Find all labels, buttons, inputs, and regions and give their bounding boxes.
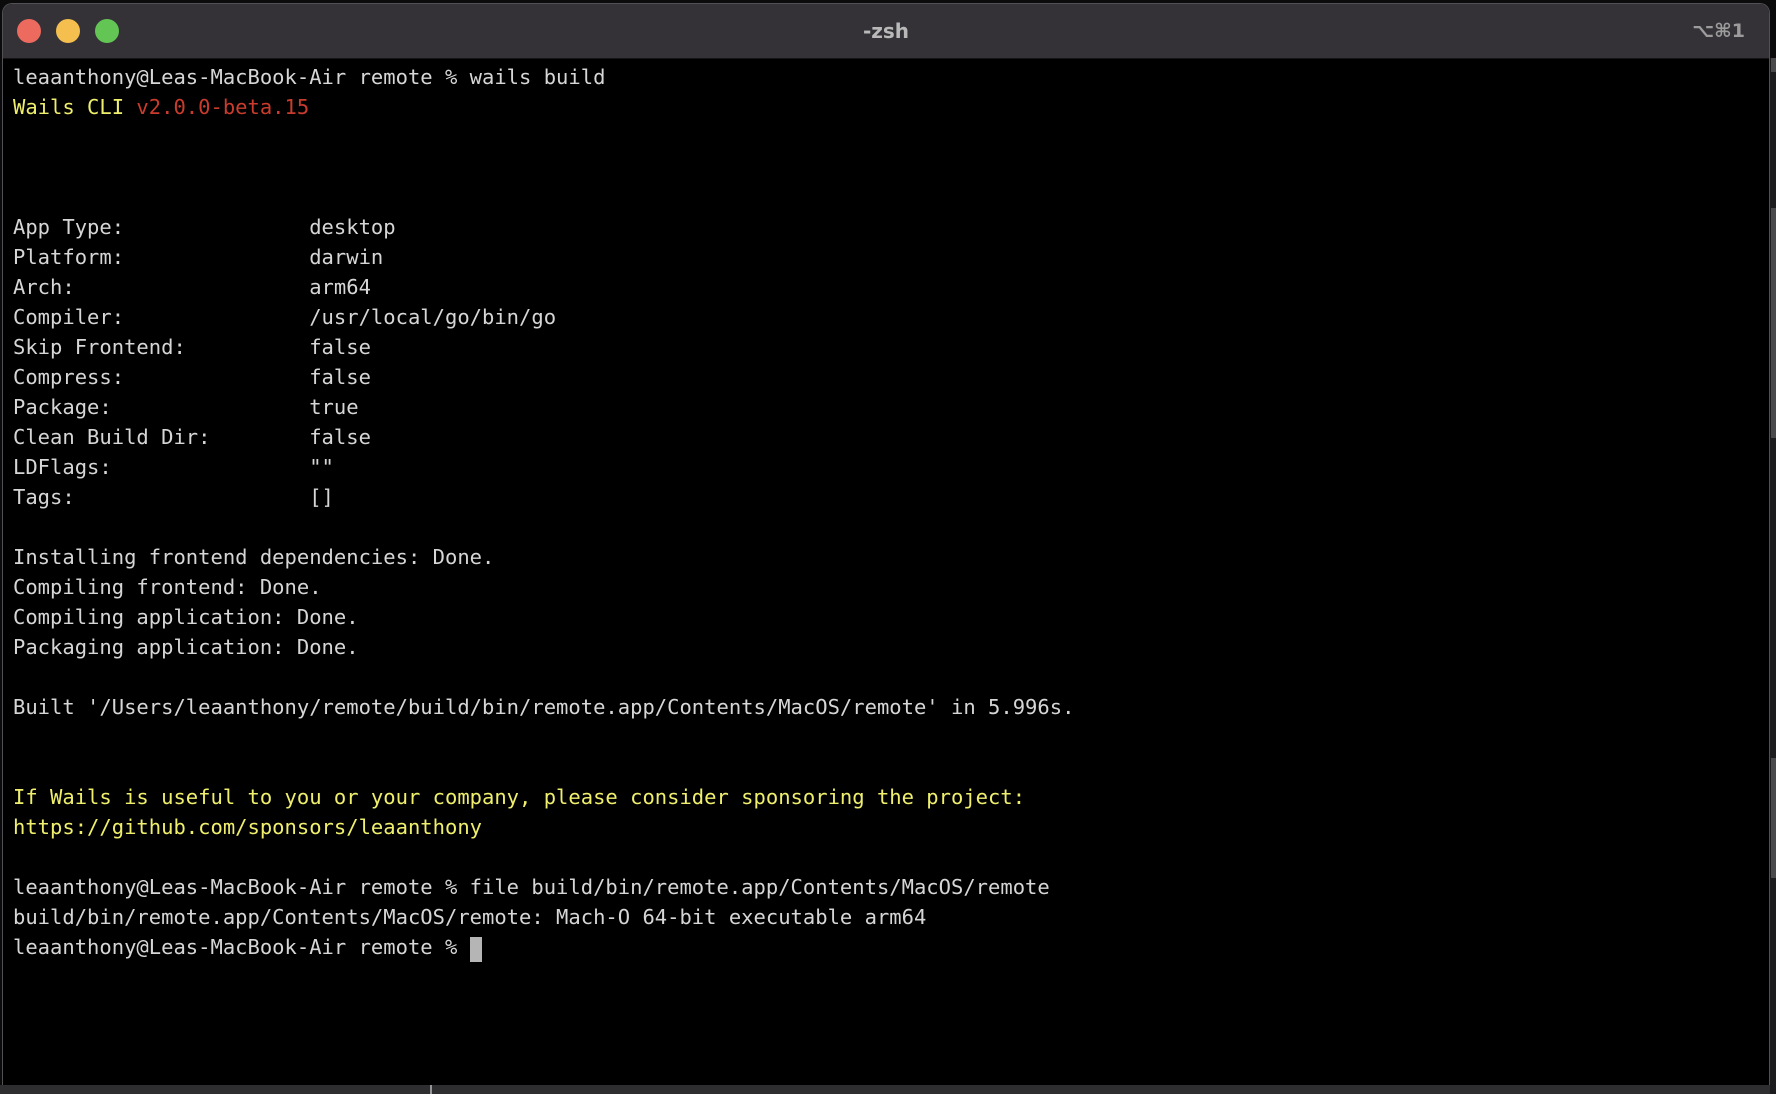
background-window-right-edge	[1770, 58, 1776, 1094]
text-segment: Package: true	[13, 395, 359, 419]
terminal-line	[13, 182, 1759, 212]
terminal-line: Wails CLI v2.0.0-beta.15	[13, 92, 1759, 122]
text-segment: Built '/Users/leaanthony/remote/build/bi…	[13, 695, 1074, 719]
terminal-line: If Wails is useful to you or your compan…	[13, 782, 1759, 812]
terminal-line	[13, 752, 1759, 782]
terminal-line: build/bin/remote.app/Contents/MacOS/remo…	[13, 902, 1759, 932]
terminal-line	[13, 662, 1759, 692]
close-button[interactable]	[17, 19, 41, 43]
text-segment: Compress: false	[13, 365, 371, 389]
terminal-line: Clean Build Dir: false	[13, 422, 1759, 452]
terminal-line: Package: true	[13, 392, 1759, 422]
text-segment: Compiler: /usr/local/go/bin/go	[13, 305, 556, 329]
terminal-line: Compiling frontend: Done.	[13, 572, 1759, 602]
terminal-line	[13, 152, 1759, 182]
title-bar[interactable]: -zsh ⌥⌘1	[3, 4, 1769, 59]
terminal-line: Installing frontend dependencies: Done.	[13, 542, 1759, 572]
terminal-line: Compress: false	[13, 362, 1759, 392]
window-title: -zsh	[3, 19, 1769, 43]
text-segment: Arch: arm64	[13, 275, 371, 299]
background-window-bottom-edge	[0, 1085, 1770, 1094]
minimize-button[interactable]	[56, 19, 80, 43]
text-segment: If Wails is useful to you or your compan…	[13, 785, 1025, 809]
text-segment: leaanthony@Leas-MacBook-Air remote %	[13, 935, 470, 959]
terminal-line: https://github.com/sponsors/leaanthony	[13, 812, 1759, 842]
terminal-window: -zsh ⌥⌘1 leaanthony@Leas-MacBook-Air rem…	[2, 3, 1770, 1085]
terminal-line: leaanthony@Leas-MacBook-Air remote % fil…	[13, 872, 1759, 902]
text-segment: Packaging application: Done.	[13, 635, 359, 659]
terminal-line	[13, 512, 1759, 542]
window-controls	[3, 19, 119, 43]
terminal-line: Tags: []	[13, 482, 1759, 512]
text-segment: leaanthony@Leas-MacBook-Air remote % fil…	[13, 875, 1050, 899]
text-segment: https://github.com/sponsors/leaanthony	[13, 815, 482, 839]
text-segment: Skip Frontend: false	[13, 335, 371, 359]
text-segment: Compiling application: Done.	[13, 605, 359, 629]
background-scrollbar-segment	[1771, 58, 1776, 72]
terminal-line: Arch: arm64	[13, 272, 1759, 302]
text-segment: Platform: darwin	[13, 245, 383, 269]
text-segment: leaanthony@Leas-MacBook-Air remote % wai…	[13, 65, 605, 89]
tab-shortcut-badge: ⌥⌘1	[1692, 20, 1745, 42]
terminal-line: Compiling application: Done.	[13, 602, 1759, 632]
text-segment: Wails CLI	[13, 95, 136, 119]
text-segment: App Type: desktop	[13, 215, 396, 239]
background-window-divider	[430, 1085, 432, 1094]
text-segment: LDFlags: ""	[13, 455, 334, 479]
terminal-line: LDFlags: ""	[13, 452, 1759, 482]
text-segment: Installing frontend dependencies: Done.	[13, 545, 494, 569]
terminal-line	[13, 122, 1759, 152]
terminal-line: leaanthony@Leas-MacBook-Air remote % wai…	[13, 62, 1759, 92]
terminal-line: Built '/Users/leaanthony/remote/build/bi…	[13, 692, 1759, 722]
terminal-line: Compiler: /usr/local/go/bin/go	[13, 302, 1759, 332]
terminal-line	[13, 842, 1759, 872]
text-segment: v2.0.0-beta.15	[136, 95, 309, 119]
background-scrollbar-segment	[1771, 208, 1776, 438]
zoom-button[interactable]	[95, 19, 119, 43]
terminal-line	[13, 722, 1759, 752]
terminal-line: App Type: desktop	[13, 212, 1759, 242]
terminal-line: leaanthony@Leas-MacBook-Air remote %	[13, 932, 1759, 962]
terminal-cursor[interactable]	[470, 937, 482, 962]
text-segment: Tags: []	[13, 485, 334, 509]
background-scrollbar-segment	[1771, 758, 1776, 878]
terminal-line: Skip Frontend: false	[13, 332, 1759, 362]
text-segment: build/bin/remote.app/Contents/MacOS/remo…	[13, 905, 926, 929]
text-segment: Compiling frontend: Done.	[13, 575, 322, 599]
terminal-screen[interactable]: leaanthony@Leas-MacBook-Air remote % wai…	[3, 59, 1769, 1085]
terminal-line: Platform: darwin	[13, 242, 1759, 272]
terminal-line: Packaging application: Done.	[13, 632, 1759, 662]
text-segment: Clean Build Dir: false	[13, 425, 371, 449]
